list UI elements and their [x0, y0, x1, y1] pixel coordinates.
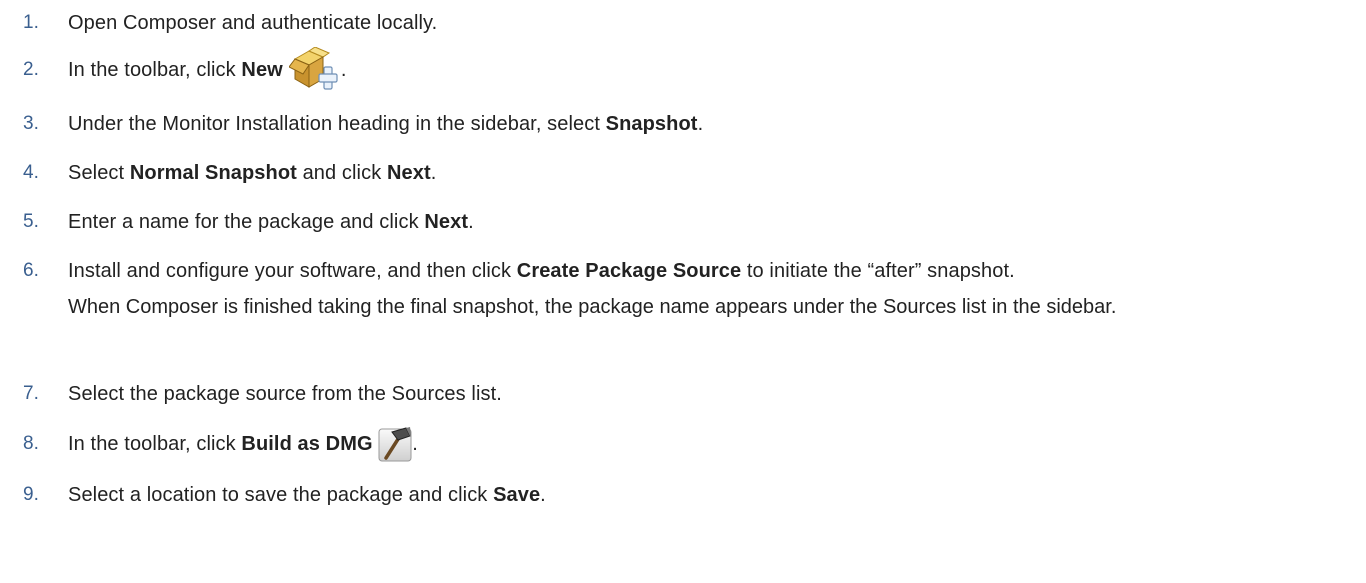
- step-text: Enter a name for the package and click N…: [68, 209, 1344, 235]
- ui-label-snapshot: Snapshot: [605, 113, 698, 135]
- step-text: In the toolbar, click Build as DMG .: [68, 426, 1344, 462]
- step-text-part: Install and configure your software, and…: [68, 260, 517, 282]
- step-text: Install and configure your software, and…: [68, 258, 1344, 284]
- step-text-part: Select: [68, 162, 130, 184]
- step-number: 1.: [23, 12, 39, 33]
- step-number: 3.: [23, 113, 39, 134]
- step-text-part: Select the package source from the Sourc…: [68, 383, 502, 405]
- step-text-part: to initiate the “after” snapshot.: [741, 260, 1015, 282]
- step-text-part: Enter a name for the package and click: [68, 211, 425, 233]
- ui-label-new: New: [241, 59, 283, 81]
- step-text-part: In the toolbar, click: [68, 59, 242, 81]
- step-number: 9.: [23, 484, 39, 505]
- step-number: 6.: [23, 260, 39, 281]
- step-text-part: .: [412, 433, 418, 455]
- step-text: Under the Monitor Installation heading i…: [68, 111, 1344, 137]
- build-dmg-hammer-icon: [378, 426, 412, 462]
- step-number: 8.: [23, 433, 39, 454]
- step-number: 5.: [23, 211, 39, 232]
- new-package-icon: [288, 46, 341, 91]
- step-text-part: Open Composer and authenticate locally.: [68, 12, 438, 34]
- step-text: Select Normal Snapshot and click Next.: [68, 160, 1344, 186]
- step-text-part: In the toolbar, click: [68, 433, 242, 455]
- step-number: 2.: [23, 59, 39, 80]
- step-text-part: Select a location to save the package an…: [68, 484, 494, 506]
- step-text-part: .: [468, 211, 474, 233]
- ui-label-create-package-source: Create Package Source: [516, 260, 742, 282]
- ui-label-next: Next: [424, 211, 469, 233]
- step-text-part: .: [340, 59, 347, 81]
- step-text-part: and click: [296, 162, 387, 184]
- step-text: Select a location to save the package an…: [68, 482, 1344, 508]
- step-text: Open Composer and authenticate locally.: [68, 10, 1344, 36]
- ui-label-normal-snapshot: Normal Snapshot: [129, 162, 297, 184]
- step-text-part: Under the Monitor Installation heading i…: [68, 113, 606, 135]
- step-number: 4.: [23, 162, 39, 183]
- step-number: 7.: [23, 383, 39, 404]
- step-text-part: .: [540, 484, 546, 506]
- step-note: When Composer is finished taking the fin…: [68, 296, 1117, 318]
- step-text: In the toolbar, click New .: [68, 46, 1344, 90]
- step-text: Select the package source from the Sourc…: [68, 381, 1344, 407]
- step-text-part: .: [430, 162, 437, 184]
- ui-label-next: Next: [386, 162, 431, 184]
- ui-label-save: Save: [493, 484, 541, 506]
- step-text-part: .: [697, 113, 704, 135]
- ui-label-build-as-dmg: Build as DMG: [241, 433, 373, 455]
